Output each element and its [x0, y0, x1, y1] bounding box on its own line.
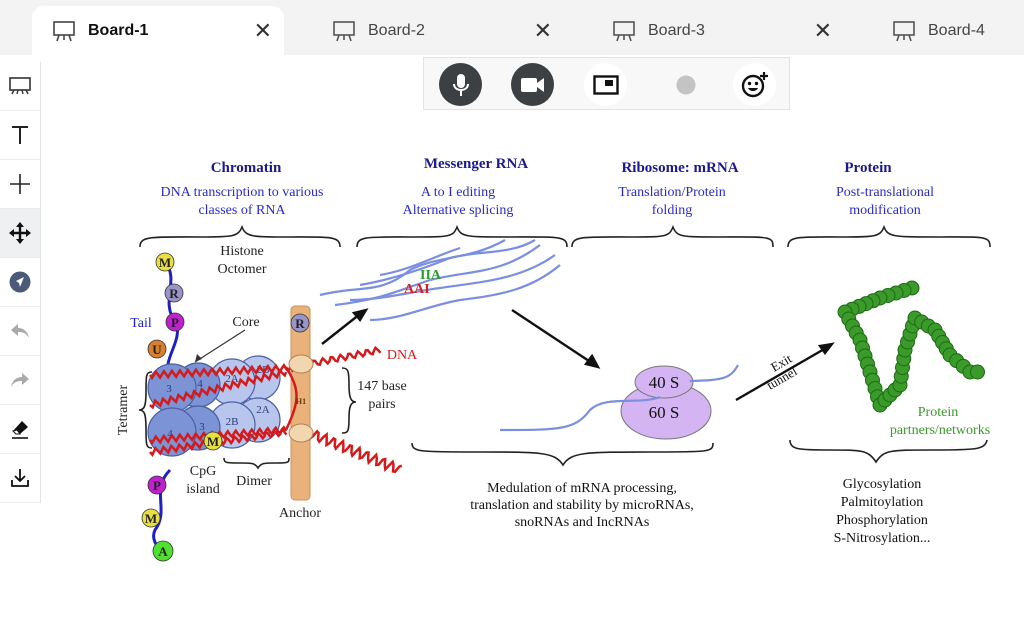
- histone-label: 4: [197, 378, 203, 390]
- ribosome-small-label: 40 S: [649, 373, 680, 392]
- histone-octomer-label: Histone: [220, 244, 264, 259]
- ptm-item: Glycosylation: [843, 477, 922, 492]
- mark-label: M: [145, 511, 157, 526]
- mark-label: A: [158, 544, 168, 559]
- gene-expression-diagram[interactable]: Chromatin Messenger RNA Ribosome: mRNA P…: [0, 0, 1024, 637]
- ribosome-large-label: 60 S: [649, 403, 680, 422]
- histone-octomer-label: Octomer: [218, 262, 267, 277]
- modulation-text: snoRNAs and IncRNAs: [515, 515, 650, 530]
- mark-label: M: [207, 434, 219, 449]
- linker-bead: [288, 354, 314, 374]
- anchor-label: Anchor: [279, 506, 321, 521]
- histone-label: 3: [199, 421, 205, 433]
- tetramer-label: Tetramer: [116, 385, 131, 436]
- section-title: Protein: [844, 160, 892, 176]
- h1-label: H1: [296, 397, 306, 406]
- linker-bead: [288, 423, 314, 443]
- mark-label: R: [169, 286, 179, 301]
- section-title: Ribosome: mRNA: [621, 160, 738, 176]
- core-label: Core: [232, 315, 259, 330]
- cpg-label: island: [186, 482, 219, 497]
- ptm-item: Palmitoylation: [841, 495, 923, 510]
- ptm-item: S-Nitrosylation...: [834, 531, 931, 546]
- ptm-item: Phosphorylation: [836, 513, 928, 528]
- section-subtitle: Alternative splicing: [403, 203, 514, 218]
- dimer-label: Dimer: [236, 474, 272, 489]
- histone-label: 3: [166, 383, 172, 395]
- base-pairs-label: 147 base: [357, 379, 406, 394]
- protein-bead: [970, 364, 985, 380]
- editing-label: IIA: [420, 268, 442, 283]
- mark-label: P: [171, 315, 179, 330]
- mark-label: U: [152, 342, 162, 357]
- protein-partners-label: Protein: [918, 405, 958, 420]
- cpg-label: CpG: [190, 464, 216, 479]
- tail-label: Tail: [130, 316, 152, 331]
- base-pairs-label: pairs: [368, 397, 395, 412]
- modulation-text: translation and stability by microRNAs,: [470, 498, 694, 513]
- editing-label: AAI: [404, 282, 430, 297]
- section-title: Messenger RNA: [424, 156, 528, 172]
- histone-label: 2B: [226, 416, 239, 428]
- dna-label: DNA: [387, 348, 418, 363]
- section-subtitle: folding: [652, 203, 692, 218]
- mark-label: R: [295, 316, 305, 331]
- mark-label: M: [159, 255, 171, 270]
- protein-partners-label: partners/networks: [890, 423, 990, 438]
- section-subtitle: DNA transcription to various: [161, 185, 324, 200]
- mark-label: P: [153, 478, 161, 493]
- histone-label: 2A: [256, 404, 270, 416]
- core-pointer: [194, 329, 246, 363]
- section-subtitle: modification: [849, 203, 921, 218]
- section-title: Chromatin: [211, 160, 282, 176]
- section-subtitle: classes of RNA: [198, 203, 286, 218]
- modulation-text: Medulation of mRNA processing,: [487, 481, 677, 496]
- protein-chain: [837, 280, 985, 413]
- section-subtitle: Translation/Protein: [618, 185, 726, 200]
- section-subtitle: A to I editing: [421, 185, 495, 200]
- section-subtitle: Post-translational: [836, 185, 934, 200]
